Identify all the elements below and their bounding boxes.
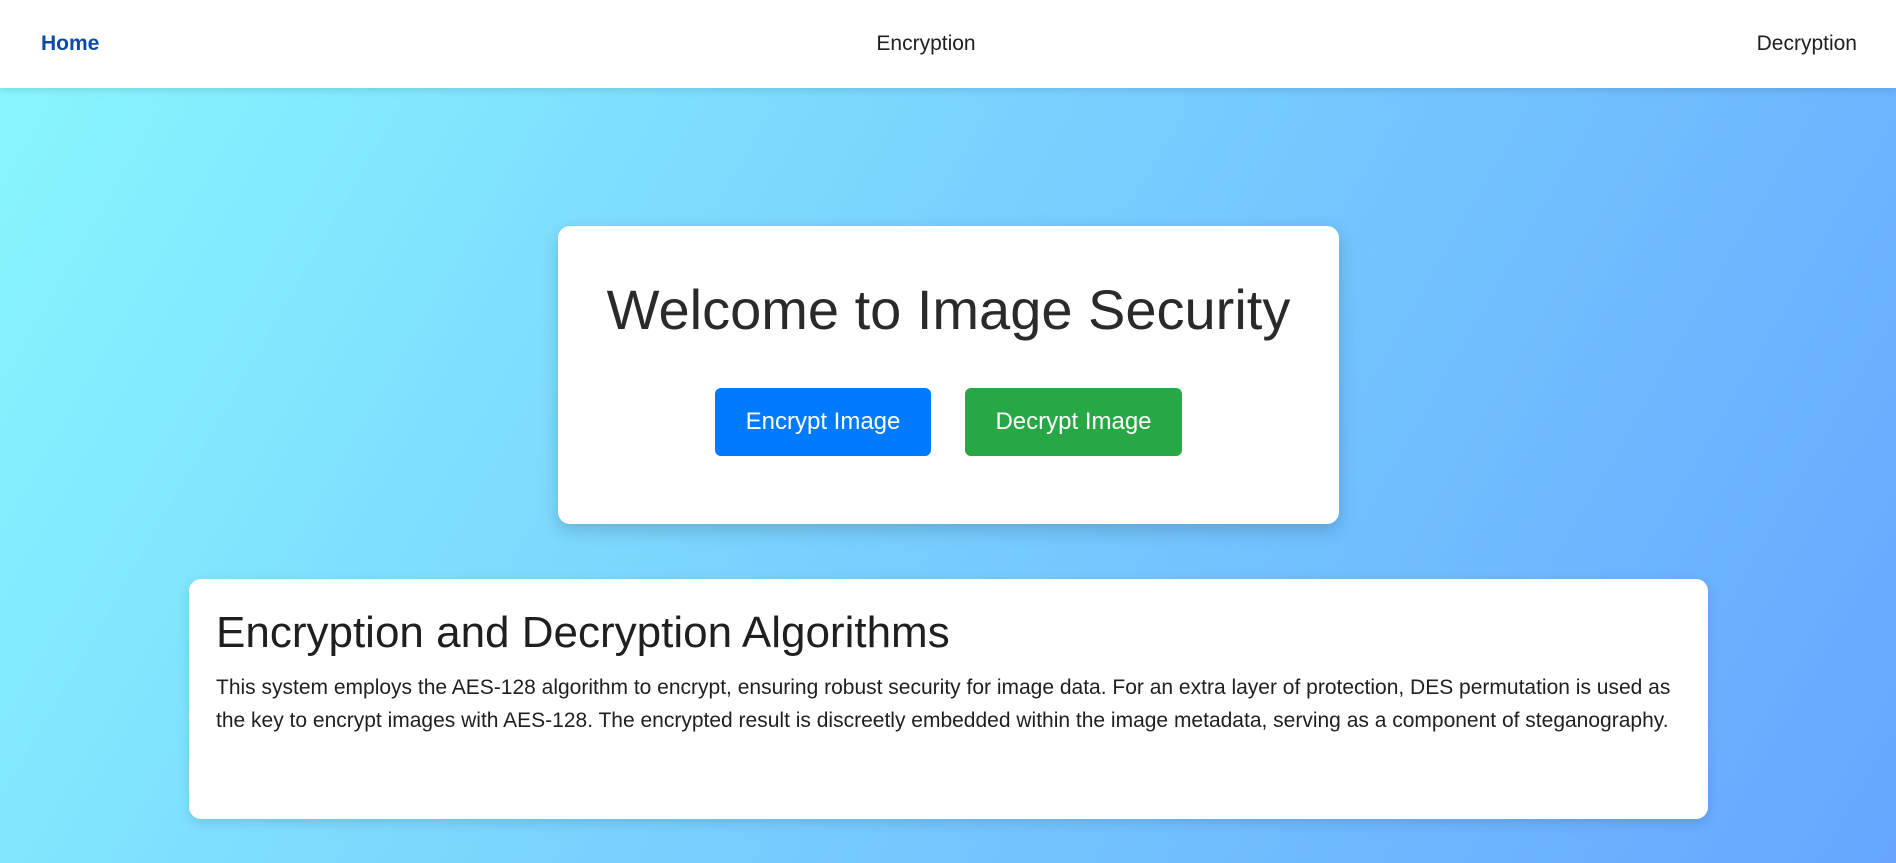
algorithms-description: This system employs the AES-128 algorith…: [216, 676, 1671, 732]
nav-encryption-link[interactable]: Encryption: [876, 32, 975, 55]
navbar: Home Encryption Decryption: [0, 0, 1896, 88]
welcome-title: Welcome to Image Security: [606, 278, 1291, 341]
nav-decryption-link[interactable]: Decryption: [1757, 30, 1857, 58]
decrypt-image-button[interactable]: Decrypt Image: [965, 388, 1182, 456]
nav-encryption-wrapper: Encryption: [0, 30, 1852, 58]
welcome-card: Welcome to Image Security Encrypt Image …: [558, 226, 1339, 524]
nav-home-link[interactable]: Home: [41, 30, 99, 58]
algorithms-title: Encryption and Decryption Algorithms: [216, 608, 950, 657]
encrypt-image-button[interactable]: Encrypt Image: [715, 388, 931, 456]
algorithms-card: Encryption and Decryption Algorithms Thi…: [189, 579, 1708, 819]
